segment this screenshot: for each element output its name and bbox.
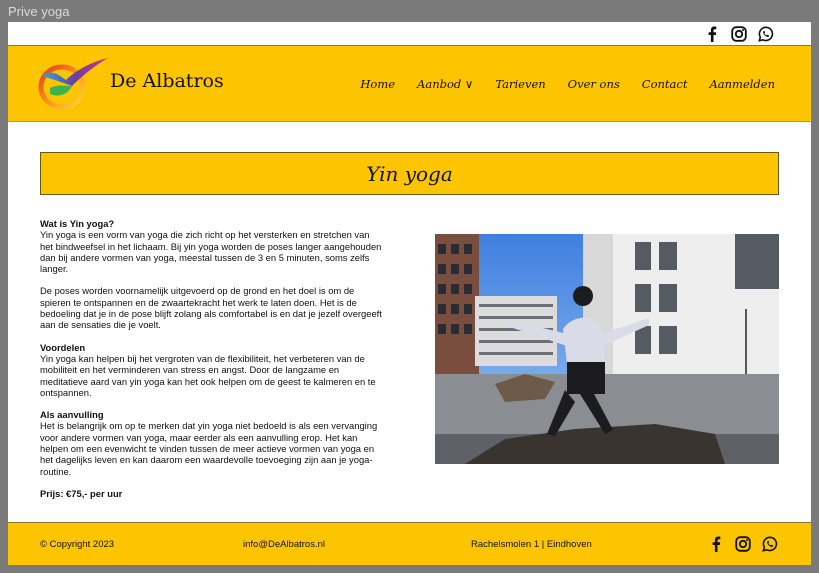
albatros-logo[interactable]	[38, 54, 110, 112]
section-body: Yin yoga kan helpen bij het vergroten va…	[40, 352, 376, 398]
article-text: Wat is Yin yoga? Yin yoga is een vorm va…	[40, 218, 385, 510]
whatsapp-icon[interactable]	[761, 535, 779, 553]
site-header: De Albatros Home Aanbod ∨ Tarieven Over …	[8, 46, 811, 122]
section-voordelen: Voordelen Yin yoga kan helpen bij het ve…	[40, 342, 385, 398]
nav-tarieven[interactable]: Tarieven	[495, 77, 545, 91]
section-heading: Als aanvulling	[40, 409, 104, 421]
top-social-icons	[703, 25, 775, 43]
instagram-icon[interactable]	[730, 25, 748, 43]
page-title-box: Yin yoga	[40, 152, 779, 195]
price-line: Prijs: €75,- per uur	[40, 488, 385, 499]
whatsapp-icon[interactable]	[757, 25, 775, 43]
price: Prijs: €75,- per uur	[40, 487, 123, 499]
section-heading: Voordelen	[40, 341, 86, 353]
footer-email-link[interactable]: info@DeAlbatros.nl	[243, 539, 325, 550]
site-footer: © Copyright 2023 info@DeAlbatros.nl Rach…	[8, 522, 811, 565]
instagram-icon[interactable]	[734, 535, 752, 553]
section-body: De poses worden voornamelijk uitgevoerd …	[40, 285, 382, 331]
section-heading: Wat is Yin yoga?	[40, 218, 115, 229]
section-poses: De poses worden voornamelijk uitgevoerd …	[40, 285, 385, 330]
facebook-icon[interactable]	[703, 25, 721, 43]
browser-page: De Albatros Home Aanbod ∨ Tarieven Over …	[8, 22, 811, 565]
nav-home[interactable]: Home	[360, 77, 395, 91]
yoga-photo	[435, 234, 779, 464]
facebook-icon[interactable]	[707, 535, 725, 553]
section-body: Yin yoga is een vorm van yoga die zich r…	[40, 229, 382, 275]
nav-aanbod[interactable]: Aanbod ∨	[417, 77, 473, 91]
section-aanvulling: Als aanvulling Het is belangrijk om op t…	[40, 409, 385, 477]
copyright: © Copyright 2023	[40, 539, 115, 550]
main-nav: Home Aanbod ∨ Tarieven Over ons Contact …	[360, 77, 775, 91]
top-social-bar	[8, 22, 811, 46]
page-title: Yin yoga	[366, 161, 453, 186]
footer-address: Rachelsmolen 1 | Eindhoven	[471, 539, 592, 550]
nav-contact[interactable]: Contact	[642, 77, 688, 91]
nav-aanmelden[interactable]: Aanmelden	[709, 77, 775, 91]
nav-over-ons[interactable]: Over ons	[568, 77, 620, 91]
section-body: Het is belangrijk om op te merken dat yi…	[40, 420, 378, 477]
section-wat-is: Wat is Yin yoga? Yin yoga is een vorm va…	[40, 218, 385, 274]
brand-name[interactable]: De Albatros	[110, 70, 224, 92]
footer-social-icons	[707, 535, 779, 553]
window-title: Prive yoga	[8, 4, 70, 19]
